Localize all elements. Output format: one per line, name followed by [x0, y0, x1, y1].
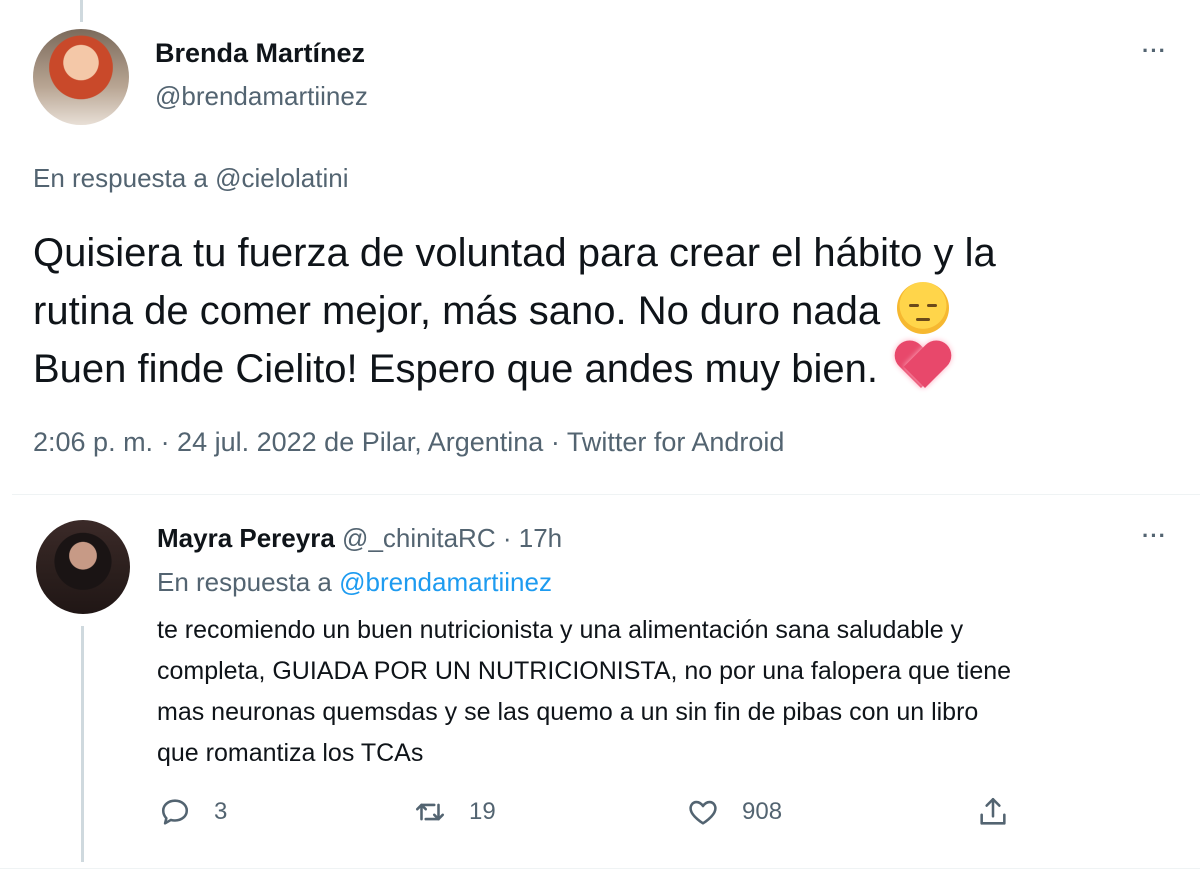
- profile-photo: [36, 520, 130, 614]
- reply-context: En respuesta a @brendamartiinez: [157, 567, 552, 598]
- tweet-text-line: Buen finde Cielito! Espero que andes muy…: [33, 347, 878, 391]
- reply-header: Mayra Pereyra @_chinitaRC · 17h: [157, 523, 562, 554]
- reply-icon: [161, 799, 189, 825]
- reply-author-name[interactable]: Mayra Pereyra: [157, 523, 335, 553]
- heart-icon: [689, 800, 717, 825]
- share-button[interactable]: [976, 795, 1010, 829]
- reply-text-line: que romantiza los TCAs: [157, 739, 424, 767]
- retweet-count: 19: [469, 798, 496, 825]
- divider: [0, 868, 1200, 869]
- like-button[interactable]: 908: [686, 795, 782, 829]
- profile-photo: [33, 29, 129, 125]
- more-options-icon[interactable]: ···: [1142, 523, 1167, 549]
- reply-context-handle[interactable]: @brendamartiinez: [339, 567, 552, 597]
- retweet-icon: [415, 803, 445, 821]
- reply-avatar[interactable]: [36, 520, 130, 614]
- like-count: 908: [742, 798, 783, 825]
- reply-text-line: te recomiendo un buen nutricionista y un…: [157, 616, 964, 644]
- reply-timestamp[interactable]: 17h: [519, 523, 562, 553]
- separator-dot: ·: [502, 523, 512, 553]
- tweet-text-line: rutina de comer mejor, más sano. No duro…: [33, 289, 881, 333]
- tweet-actions-bar: 3 19 908: [0, 795, 1200, 835]
- heart-emoji-icon: [895, 340, 951, 392]
- reply-context-label: En respuesta a: [157, 567, 332, 597]
- tweet-thread: Brenda Martínez @brendamartiinez ··· En …: [0, 0, 1200, 873]
- tweet-text-line-with-emoji: rutina de comer mejor, más sano. No duro…: [33, 282, 1183, 340]
- tweet-text-line-with-emoji: Buen finde Cielito! Espero que andes muy…: [33, 340, 1183, 398]
- reply-text-line: completa, GUIADA POR UN NUTRICIONISTA, n…: [157, 657, 1012, 685]
- thread-connector-line: [80, 0, 83, 22]
- reply-context-label: En respuesta a: [33, 163, 208, 193]
- retweet-button[interactable]: 19: [413, 795, 496, 829]
- avatar[interactable]: [33, 29, 129, 125]
- reply-context-handle[interactable]: @cielolatini: [215, 163, 348, 193]
- reply-context: En respuesta a @cielolatini: [33, 163, 348, 194]
- divider: [12, 494, 1200, 495]
- reply-button[interactable]: 3: [158, 795, 227, 829]
- tweet-text-line: Quisiera tu fuerza de voluntad para crea…: [33, 231, 996, 275]
- author-name[interactable]: Brenda Martínez: [155, 38, 365, 69]
- reply-text: te recomiendo un buen nutricionista y un…: [157, 610, 1187, 774]
- reply-author-handle[interactable]: @_chinitaRC: [342, 523, 496, 553]
- author-handle[interactable]: @brendamartiinez: [155, 81, 368, 112]
- reply-count: 3: [214, 798, 228, 825]
- reply-text-line: mas neuronas quemsdas y se las quemo a u…: [157, 698, 979, 726]
- pensive-face-emoji-icon: [897, 282, 950, 334]
- tweet-text: Quisiera tu fuerza de voluntad para crea…: [33, 225, 1183, 398]
- more-options-icon[interactable]: ···: [1142, 38, 1167, 64]
- share-icon: [980, 797, 1006, 825]
- tweet-metadata[interactable]: 2:06 p. m. · 24 jul. 2022 de Pilar, Arge…: [33, 427, 784, 458]
